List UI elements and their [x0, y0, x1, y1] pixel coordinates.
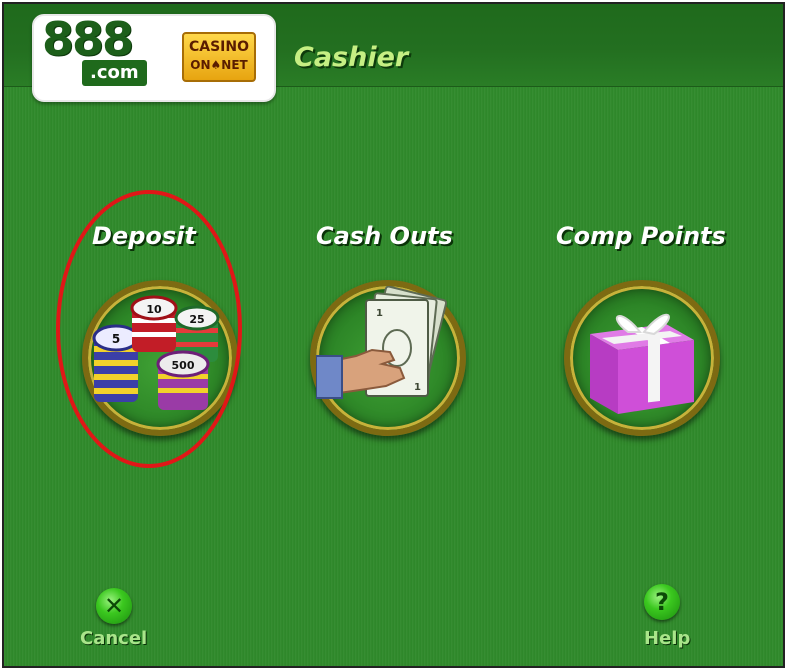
question-mark-icon: ? — [655, 588, 669, 616]
deposit-label: Deposit — [92, 222, 196, 250]
logo-number: 888 — [42, 12, 134, 66]
close-x-icon: ✕ — [103, 592, 125, 620]
badge-line1: CASINO — [188, 39, 250, 55]
svg-text:1: 1 — [414, 382, 421, 393]
comp-points-label: Comp Points — [556, 222, 726, 250]
svg-text:10: 10 — [146, 303, 162, 316]
help-button[interactable]: ? — [644, 584, 680, 620]
svg-text:500: 500 — [172, 359, 195, 372]
gift-box-icon — [590, 313, 694, 414]
cash-outs-button[interactable]: 1 1 — [310, 280, 466, 436]
svg-text:25: 25 — [189, 313, 204, 326]
page-title: Cashier — [294, 42, 409, 73]
deposit-button[interactable]: 5 10 25 500 — [82, 280, 238, 436]
comp-points-button[interactable] — [564, 280, 720, 436]
hand-holding-cash-icon: 1 1 — [316, 286, 448, 399]
cash-outs-label: Cash Outs — [316, 222, 453, 250]
svg-text:1: 1 — [376, 308, 383, 319]
header-bar: 888 .com CASINO ON♠NET Cashier — [4, 4, 783, 102]
badge-line2: ON♠NET — [190, 58, 248, 72]
casino-chips-icon: 5 10 25 500 — [92, 295, 220, 410]
cashier-window: 888 .com CASINO ON♠NET Cashier Deposit 5… — [4, 4, 783, 666]
cancel-label[interactable]: Cancel — [80, 628, 147, 649]
cancel-button[interactable]: ✕ — [96, 588, 132, 624]
888-casino-logo: 888 .com CASINO ON♠NET — [32, 12, 276, 102]
logo-domain: .com — [82, 60, 147, 86]
help-label[interactable]: Help — [644, 628, 690, 649]
svg-text:5: 5 — [112, 332, 120, 346]
window-frame: 888 .com CASINO ON♠NET Cashier Deposit 5… — [2, 2, 785, 668]
casino-on-net-badge: CASINO ON♠NET — [182, 32, 256, 82]
